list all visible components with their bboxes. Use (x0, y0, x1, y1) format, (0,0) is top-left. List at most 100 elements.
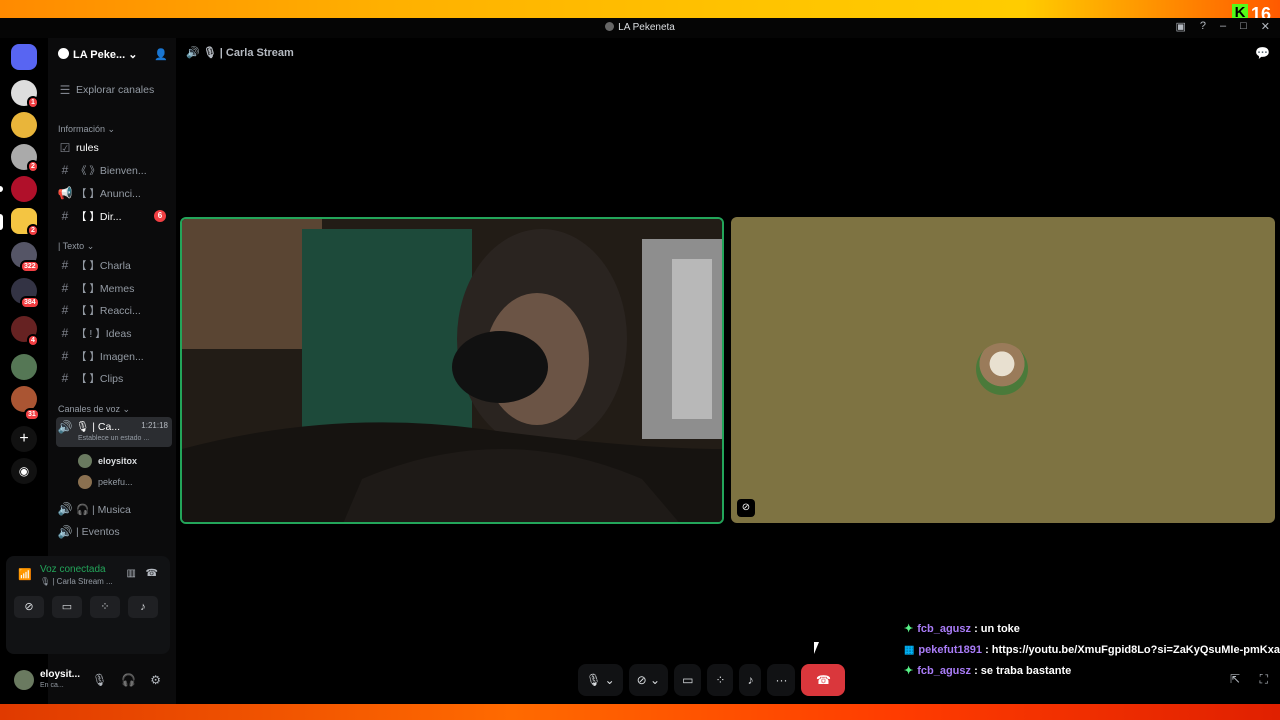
guild-badge: 1 (27, 96, 39, 109)
chat-message: ✦ fcb_agusz : se traba bastante (904, 665, 1072, 677)
guild-badge: 2 (27, 224, 39, 237)
voice-status: Establece un estado ... (78, 435, 150, 442)
voice-stage: 🔊 🎙 | Carla Stream 💬 ⊘ 🎙 ⌄ ⊘ ⌄ ▭ ⁘ ♪ ···… (176, 38, 1280, 704)
discover-icon[interactable]: ◉ (11, 458, 37, 484)
voice-connected-label[interactable]: Voz conectada (40, 564, 106, 575)
voice-user[interactable]: eloysitox (78, 454, 137, 468)
server-header[interactable]: LA Peke... ⌄ 👤 (58, 48, 168, 61)
video-tile-avatar[interactable]: ⊘ (731, 217, 1275, 523)
chat-message: ✦ fcb_agusz : un toke (904, 623, 1020, 635)
channel-bienvenida[interactable]: # 《 》Bienven... (56, 160, 172, 180)
chat-icon[interactable]: 💬 (1255, 46, 1270, 60)
avatar (976, 343, 1028, 395)
server-icon (58, 48, 69, 59)
user-status: En ca... (40, 682, 64, 689)
hash-icon: # (61, 371, 69, 385)
guild-4-icon[interactable] (11, 176, 37, 202)
close-icon[interactable]: ✕ (1261, 20, 1270, 33)
channel-ideas[interactable]: # 【 ! 】Ideas (56, 323, 172, 343)
camera-toggle[interactable]: ⊘ ⌄ (628, 664, 669, 696)
channel-charla[interactable]: # 【 】Charla (56, 255, 172, 275)
chat-message: ▦ pekefut1891 : https://youtu.be/XmuFgpid… (904, 644, 1280, 656)
add-server-icon[interactable]: + (11, 426, 37, 452)
guild-folder-icon[interactable] (11, 354, 37, 380)
hash-icon: # (61, 163, 69, 177)
hash-icon: # (61, 326, 69, 340)
hash-icon: # (61, 349, 69, 363)
microphone-icon[interactable]: 🎙 (92, 673, 107, 687)
voice-channel-musica[interactable]: 🔊 🎧 | Musica (56, 499, 172, 519)
headphones-icon[interactable]: 🎧 (121, 673, 136, 687)
screenshare-button[interactable]: ▭ (674, 664, 702, 696)
avatar[interactable] (14, 670, 34, 690)
guild-badge: 2 (27, 160, 39, 173)
activities-button[interactable]: ⁘ (707, 664, 734, 696)
avatar (78, 475, 92, 489)
voice-channel-link[interactable]: 🎙 | Carla Stream ... (40, 577, 113, 586)
channel-imagenes[interactable]: # 【 】Imagen... (56, 346, 172, 366)
chat-overlay: ✦ fcb_agusz : un toke ▦ pekefut1891 : http… (904, 622, 1280, 685)
channel-memes[interactable]: # 【 】Memes (56, 278, 172, 298)
activity-icon[interactable]: ⁘ (90, 596, 120, 618)
call-controls: 🎙 ⌄ ⊘ ⌄ ▭ ⁘ ♪ ··· ☎ (578, 664, 846, 696)
hash-icon: # (61, 281, 69, 295)
maximize-icon[interactable]: □ (1240, 20, 1247, 33)
voice-user[interactable]: pekefu... (78, 475, 133, 489)
user-panel: eloysit... En ca... 🎙 🎧 ⚙ (6, 660, 170, 700)
gear-icon[interactable]: ⚙ (150, 673, 161, 687)
signal-icon: 📶 (18, 569, 32, 581)
category-text[interactable]: | Texto ⌄ (58, 241, 94, 252)
invite-icon[interactable]: 👤 (154, 48, 168, 61)
inbox-icon[interactable]: ▣ (1175, 20, 1185, 33)
mouse-cursor (814, 642, 824, 654)
announcement-icon: 📢 (57, 186, 73, 200)
channel-title: 🎙 | Carla Stream (202, 47, 294, 59)
speaker-icon: 🔊 (57, 420, 73, 434)
channel-anuncios[interactable]: 📢 【 】Anunci... (56, 183, 172, 203)
popout-icon[interactable]: ⇱ (1230, 672, 1240, 686)
camera-off-icon[interactable]: ⊘ (14, 596, 44, 618)
discord-home-icon[interactable] (11, 44, 37, 70)
channel-reacciones[interactable]: # 【 】Reacci... (56, 300, 172, 320)
camera-off-icon: ⊘ (737, 499, 755, 517)
voice-channel-eventos[interactable]: 🔊 | Eventos (56, 522, 172, 542)
top-stripe (0, 0, 1280, 18)
more-options-button[interactable]: ··· (767, 664, 796, 696)
screenshare-icon[interactable]: ▭ (52, 596, 82, 618)
speaker-icon: 🔊 (186, 47, 200, 59)
noise-suppression-icon[interactable]: ▥ (127, 568, 136, 579)
voice-timer: 1:21:18 (141, 421, 168, 430)
disconnect-icon[interactable]: ☎ (146, 568, 158, 579)
category-info[interactable]: Información ⌄ (58, 124, 115, 135)
explore-channels[interactable]: ☰ Explorar canales (56, 80, 172, 100)
guild-badge: 31 (24, 408, 40, 421)
star-icon: ✦ (904, 623, 914, 635)
video-tile-webcam[interactable] (180, 217, 724, 524)
minimize-icon[interactable]: – (1220, 20, 1226, 33)
speaker-icon: 🔊 (57, 502, 73, 516)
soundboard-button[interactable]: ♪ (739, 664, 762, 696)
badge-icon: ▦ (904, 644, 915, 656)
username[interactable]: eloysit... (40, 669, 80, 680)
speaker-icon: 🔊 (57, 525, 73, 539)
guild-badge: 4 (27, 334, 39, 347)
title-bar: LA Pekeneta (0, 18, 1280, 38)
webcam-video (182, 219, 722, 522)
channel-rules[interactable]: ☑ rules (56, 138, 172, 158)
disconnect-button[interactable]: ☎ (801, 664, 846, 696)
rules-icon: ☑ (59, 141, 71, 155)
category-voice[interactable]: Canales de voz ⌄ (58, 404, 130, 415)
guild-badge: 322 (20, 260, 40, 273)
channel-directo[interactable]: # 【 】Dir... 6 (56, 206, 172, 226)
channel-clips[interactable]: # 【 】Clips (56, 368, 172, 388)
hash-icon: # (61, 209, 69, 223)
soundboard-icon[interactable]: ♪ (128, 596, 158, 618)
guild-2-icon[interactable] (11, 112, 37, 138)
mic-toggle[interactable]: 🎙 ⌄ (578, 664, 623, 696)
fullscreen-icon[interactable]: ⛶ (1260, 672, 1268, 687)
unread-count: 6 (154, 210, 166, 222)
help-icon[interactable]: ? (1200, 20, 1206, 33)
voice-channel-carla-stream[interactable]: 🔊 🎙 | Ca... 1:21:18 Establece un estado … (56, 417, 172, 447)
hash-icon: # (61, 303, 69, 317)
list-icon: ☰ (59, 83, 71, 97)
